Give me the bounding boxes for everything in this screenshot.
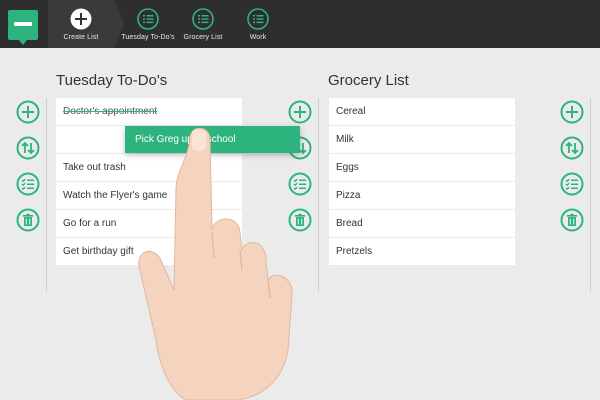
plus-icon xyxy=(70,8,92,30)
checklist-icon xyxy=(247,8,269,30)
nav-create-list[interactable]: Create List xyxy=(54,0,108,48)
add-icon[interactable] xyxy=(560,100,584,124)
checklist-icon[interactable] xyxy=(16,172,40,196)
checklist-icon xyxy=(137,8,159,30)
nav-label: Tuesday To-Do's xyxy=(121,34,175,41)
list-item[interactable]: Eggs xyxy=(329,154,515,182)
column-divider xyxy=(590,98,591,292)
app-logo xyxy=(8,10,38,45)
column-divider xyxy=(318,98,319,292)
sort-icon[interactable] xyxy=(560,136,584,160)
list-title-grocery: Grocery List xyxy=(328,72,409,89)
list-item[interactable]: Pizza xyxy=(329,182,515,210)
list-item[interactable]: Bread xyxy=(329,210,515,238)
list-title-tuesday: Tuesday To-Do's xyxy=(56,72,168,89)
checklist-icon[interactable] xyxy=(560,172,584,196)
nav-label: Create List xyxy=(63,34,99,41)
trash-icon[interactable] xyxy=(16,208,40,232)
nav-label: Grocery List xyxy=(183,34,223,41)
add-icon[interactable] xyxy=(16,100,40,124)
list-item[interactable]: Milk xyxy=(329,126,515,154)
checklist-icon xyxy=(192,8,214,30)
nav-label: Work xyxy=(249,34,267,41)
list-item[interactable]: Pretzels xyxy=(329,238,515,266)
hand-pointer xyxy=(138,127,293,400)
nav-tuesday-todos[interactable]: Tuesday To-Do's xyxy=(118,0,178,48)
nav-work[interactable]: Work xyxy=(238,0,278,48)
grocery-list: Cereal Milk Eggs Pizza Bread Pretzels xyxy=(329,98,515,266)
sort-icon[interactable] xyxy=(16,136,40,160)
column-divider xyxy=(46,98,47,292)
list-item[interactable]: Cereal xyxy=(329,98,515,126)
trash-icon[interactable] xyxy=(560,208,584,232)
nav-grocery-list[interactable]: Grocery List xyxy=(178,0,228,48)
top-nav-bar: Create List Tuesday To-Do's Grocery List… xyxy=(0,0,600,48)
